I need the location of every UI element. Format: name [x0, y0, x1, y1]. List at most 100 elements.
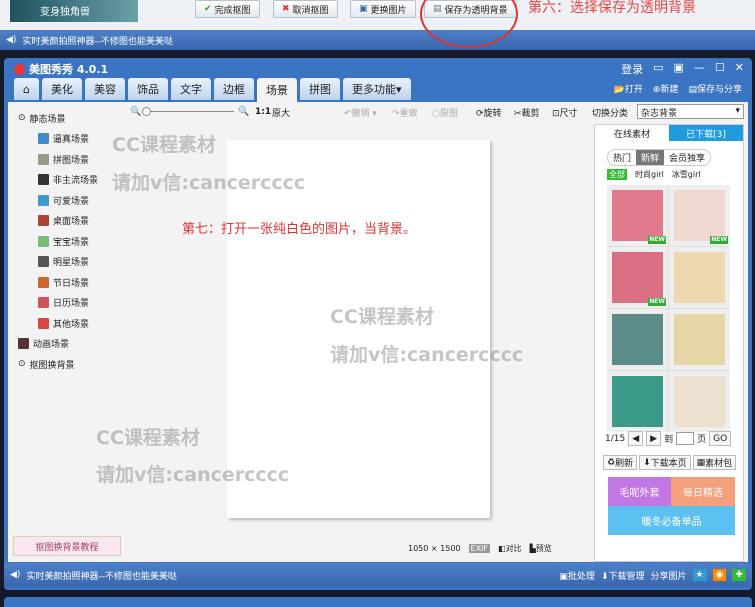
category-select[interactable]: 杂志背景 ▾: [637, 104, 744, 119]
next-page-button[interactable]: ▶: [646, 431, 662, 446]
button-label: 下载管理: [608, 571, 645, 582]
zoom-ratio[interactable]: 1:1: [255, 107, 271, 117]
group-cutout-bg[interactable]: ⊙ 抠图换背景: [18, 354, 98, 375]
banner-winter[interactable]: 暖冬必备单品: [608, 506, 735, 535]
sidebar-item[interactable]: 拼图场景: [38, 149, 98, 170]
exif-button[interactable]: EXIF: [468, 544, 491, 553]
button-label: 刷新: [615, 459, 634, 469]
status-text[interactable]: 实时美颜拍照神器--不修图也能美美哒: [26, 569, 177, 582]
zoom-in-icon[interactable]: 🔍: [238, 107, 249, 117]
save-share-button[interactable]: ▤保存与分享: [688, 82, 742, 95]
sidebar-item[interactable]: 桌面场景: [38, 211, 98, 232]
subfilter-fashion[interactable]: 时尚girl: [635, 169, 664, 180]
status-text[interactable]: 实时美颜拍照神器--不修图也能美美哒: [22, 34, 173, 47]
original-button[interactable]: ○原图: [432, 106, 458, 119]
batch-button[interactable]: ▣批处理: [559, 569, 595, 582]
tab-online[interactable]: 在线素材: [595, 125, 669, 141]
minimize-button[interactable]: —: [694, 61, 705, 77]
filter-vip[interactable]: 会员独享: [664, 150, 710, 165]
group-animated-scene[interactable]: 动画场景: [18, 334, 98, 355]
tab-cosmetic[interactable]: 美容: [84, 78, 125, 100]
tab-beautify[interactable]: 美化: [41, 78, 82, 100]
redo-button[interactable]: ↷重做: [392, 106, 418, 119]
button-label: 批处理: [567, 571, 595, 582]
download-manager-button[interactable]: ⬇下载管理: [601, 569, 645, 582]
thumbnail[interactable]: [669, 247, 730, 308]
weibo-icon[interactable]: ◉: [712, 569, 727, 581]
tab-text[interactable]: 文字: [170, 78, 211, 100]
size-button[interactable]: ⊡尺寸: [552, 106, 578, 119]
sidebar-item[interactable]: 明星场景: [38, 252, 98, 273]
rotate-button[interactable]: ⟳旋转: [476, 106, 502, 119]
new-button[interactable]: ⊕新建: [653, 82, 679, 95]
filter-hot[interactable]: 热门: [608, 150, 636, 165]
sidebar-item[interactable]: 逼真场景: [38, 129, 98, 150]
thumbnail[interactable]: [607, 371, 668, 432]
skin-icon[interactable]: ▣: [674, 61, 684, 77]
thumbnail[interactable]: NEW: [669, 185, 730, 246]
undo-button[interactable]: ↶撤销 ▾: [344, 106, 377, 119]
compare-button[interactable]: ◧对比: [498, 543, 522, 554]
sidebar-item-label: 可爱场景: [53, 196, 90, 207]
go-button[interactable]: GO: [709, 431, 732, 446]
button-label: 对比: [505, 544, 522, 553]
compare-icon: ◧: [498, 544, 506, 553]
more-share-icon[interactable]: ✚: [732, 569, 746, 581]
filter-new[interactable]: 新鲜: [636, 150, 665, 165]
tutorial-button[interactable]: 抠图换背景教程: [13, 536, 121, 556]
sidebar-item[interactable]: 宝宝场景: [38, 231, 98, 252]
qzone-icon[interactable]: ★: [692, 569, 707, 581]
close-button[interactable]: ✕: [735, 61, 744, 77]
scene-icon: [38, 256, 49, 268]
tab-home[interactable]: ⌂: [14, 78, 39, 100]
share-label: 分享图片: [650, 571, 687, 582]
preview-button[interactable]: ▙预览: [530, 543, 552, 554]
thumbnail[interactable]: [669, 309, 730, 370]
thumbnail[interactable]: [669, 371, 730, 432]
circle-icon: ○: [432, 108, 440, 119]
material-pack-button[interactable]: ▦ 素材包: [692, 455, 737, 470]
prev-page-button[interactable]: ◀: [628, 431, 644, 446]
change-image-button[interactable]: ▣ 更换图片: [350, 0, 416, 18]
thumbnail[interactable]: NEW: [607, 247, 668, 308]
window-title: 美图秀秀 4.0.1: [29, 63, 109, 76]
zoom-out-icon[interactable]: 🔍: [130, 107, 141, 117]
scissors-icon: ✂: [514, 108, 522, 119]
zoom-slider[interactable]: [142, 107, 234, 116]
tab-downloaded[interactable]: 已下载[3]: [669, 125, 743, 141]
sidebar-item[interactable]: 其他场景: [38, 313, 98, 334]
sidebar-item[interactable]: 节日场景: [38, 272, 98, 293]
thumbnail[interactable]: NEW: [607, 185, 668, 246]
sidebar-item[interactable]: 可爱场景: [38, 190, 98, 211]
tab-collage[interactable]: 拼图: [299, 78, 340, 100]
new-badge: NEW: [648, 298, 666, 306]
slider-handle[interactable]: [142, 107, 151, 116]
group-static-scene[interactable]: ⊙ 静态场景: [18, 108, 98, 129]
login-link[interactable]: 登录: [621, 61, 643, 77]
sidebar-item[interactable]: 非主流场景: [38, 170, 98, 191]
button-label: 打开: [624, 85, 643, 95]
button-label: 旋转: [483, 108, 502, 119]
tab-scene[interactable]: 场景: [256, 78, 297, 102]
thumbnail[interactable]: [607, 309, 668, 370]
batch-icon: ▣: [559, 571, 568, 582]
tab-border[interactable]: 边框: [213, 78, 254, 100]
page-input[interactable]: [676, 432, 695, 445]
tab-more[interactable]: 更多功能 ▾: [342, 78, 411, 100]
crop-button[interactable]: ✂裁剪: [514, 106, 540, 119]
cancel-cutout-button[interactable]: ✖ 取消抠图: [273, 0, 338, 18]
maximize-button[interactable]: ☐: [715, 61, 725, 77]
subfilter-ice[interactable]: 冰雪girl: [672, 169, 701, 180]
sidebar-item[interactable]: 日历场景: [38, 293, 98, 314]
finish-cutout-button[interactable]: ✔ 完成抠图: [195, 0, 260, 18]
feedback-icon[interactable]: ▭: [653, 61, 663, 77]
banner-coat[interactable]: 毛呢外套: [608, 477, 671, 506]
refresh-button[interactable]: ♻ 刷新: [603, 455, 638, 470]
promo-banner[interactable]: 变身独角兽: [10, 0, 138, 22]
original-size-button[interactable]: 原大: [272, 106, 290, 119]
banner-daily[interactable]: 每日精选: [671, 477, 735, 506]
subfilter-all[interactable]: 全部: [607, 169, 627, 180]
open-button[interactable]: 📂打开: [614, 82, 643, 95]
download-page-button[interactable]: ⬇ 下载本页: [639, 455, 691, 470]
tab-accessories[interactable]: 饰品: [127, 78, 168, 100]
